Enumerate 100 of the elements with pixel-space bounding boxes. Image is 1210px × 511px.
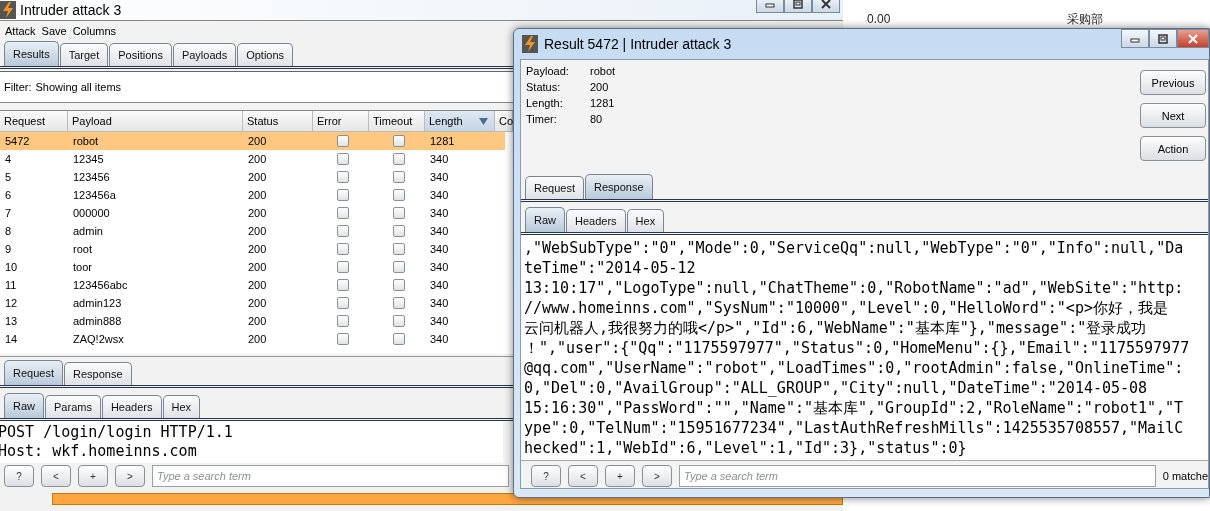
checkbox[interactable]: [393, 171, 405, 183]
checkbox[interactable]: [337, 279, 349, 291]
field-value: robot: [590, 65, 616, 79]
checkbox[interactable]: [393, 333, 405, 345]
checkbox[interactable]: [393, 207, 405, 219]
table-cell-text: 200: [247, 207, 268, 219]
search-field[interactable]: Type a search term: [152, 465, 509, 487]
checkbox[interactable]: [337, 261, 349, 273]
window-title: Result 5472 | Intruder attack 3: [544, 36, 732, 52]
tab[interactable]: Request: [4, 360, 63, 385]
menu-item[interactable]: Attack: [5, 25, 36, 38]
table-cell-text: 0.00: [866, 12, 892, 26]
menu-item[interactable]: Columns: [72, 25, 117, 38]
checkbox[interactable]: [393, 315, 405, 327]
column-header[interactable]: Length: [425, 111, 495, 131]
search-nav-button[interactable]: >: [642, 465, 672, 487]
tab[interactable]: Positions: [109, 43, 172, 66]
table-cell-text: 200: [247, 261, 268, 273]
maximize-button[interactable]: [1149, 29, 1177, 48]
checkbox[interactable]: [337, 225, 349, 237]
menu-item[interactable]: Save: [41, 25, 67, 38]
search-nav-button[interactable]: +: [605, 465, 635, 487]
column-header[interactable]: Request: [0, 111, 68, 131]
response-line: ！","user":{"Qq":"1175597977","Status":0,"HomeMenu":{},"Email":"1175597977: [524, 338, 1191, 358]
tab[interactable]: Raw: [525, 207, 565, 232]
checkbox[interactable]: [337, 153, 349, 165]
checkbox[interactable]: [393, 189, 405, 201]
tab[interactable]: Headers: [101, 395, 162, 418]
table-cell-text: 200: [247, 135, 268, 147]
checkbox[interactable]: [393, 297, 405, 309]
tab[interactable]: Response: [64, 362, 132, 385]
tab[interactable]: Headers: [566, 209, 626, 232]
column-header[interactable]: Payload: [68, 111, 243, 131]
action-button[interactable]: Next: [1140, 103, 1206, 128]
close-icon: [819, 0, 833, 9]
checkbox[interactable]: [337, 135, 349, 147]
response-line: ,"WebSubType":"0","Mode":0,"ServiceQq":null,"WebType":"0","Info":null,"Da: [524, 238, 1185, 258]
table-cell-text: 5472: [4, 135, 31, 147]
search-nav-button[interactable]: >: [115, 465, 145, 487]
tab[interactable]: Raw: [4, 393, 44, 418]
table-cell-text: 9: [4, 243, 13, 255]
filter-label: Filter:: [4, 81, 32, 93]
table-cell-text: 12: [4, 297, 19, 309]
checkbox[interactable]: [337, 243, 349, 255]
minimize-icon: [763, 0, 777, 9]
column-header[interactable]: Error: [313, 111, 369, 131]
table-cell-text: 340: [429, 189, 450, 201]
close-button[interactable]: [1177, 29, 1209, 48]
checkbox[interactable]: [337, 333, 349, 345]
tab[interactable]: Options: [237, 43, 294, 66]
action-button[interactable]: Previous: [1140, 70, 1206, 95]
field-value: 1281: [590, 97, 616, 111]
checkbox[interactable]: [337, 207, 349, 219]
tab[interactable]: Results: [4, 41, 59, 66]
lightning-icon: [0, 1, 16, 19]
checkbox[interactable]: [337, 171, 349, 183]
checkbox[interactable]: [393, 243, 405, 255]
response-line: teTime":"2014-05-12: [524, 258, 697, 278]
checkbox[interactable]: [337, 297, 349, 309]
search-nav-button[interactable]: <: [41, 465, 71, 487]
help-button[interactable]: ?: [4, 465, 34, 487]
tab[interactable]: Payloads: [172, 43, 237, 66]
filter-value[interactable]: Showing all items: [35, 81, 122, 93]
checkbox[interactable]: [337, 189, 349, 201]
table-cell-text: 11: [4, 279, 18, 291]
tab[interactable]: Params: [45, 395, 101, 418]
table-cell-text: 340: [429, 297, 450, 309]
response-line: 0,"Del":0,"AvailGroup":"ALL_GROUP","City":null,"DateTime":"2014-05-08: [524, 378, 1149, 398]
tab[interactable]: Hex: [626, 209, 665, 232]
tab[interactable]: Target: [59, 43, 109, 66]
response-line: 15:16:30","PassWord":"","Name":"基本库","GroupId":2,"RoleName":"robot1","T: [524, 398, 1185, 418]
help-button[interactable]: ?: [531, 465, 561, 487]
table-cell-text: 000000: [72, 207, 111, 219]
lightning-icon: [522, 35, 538, 53]
table-cell-text: 340: [429, 333, 450, 345]
checkbox[interactable]: [337, 315, 349, 327]
table-cell-text: 10: [4, 261, 19, 273]
checkbox[interactable]: [393, 135, 405, 147]
search-field[interactable]: Type a search term: [679, 465, 1156, 487]
tab[interactable]: Response: [585, 174, 653, 199]
table-cell-text: 200: [247, 243, 268, 255]
checkbox[interactable]: [393, 261, 405, 273]
column-header[interactable]: Status: [243, 111, 313, 131]
tab[interactable]: Hex: [162, 395, 201, 418]
response-line: hecked":1,"WebId":6,"Level":1,"Id":3},"status":0}: [524, 438, 968, 458]
response-line: 云问机器人,我很努力的哦</p>","Id":6,"WebName":"基本库"},"message":"登录成功: [524, 318, 1148, 338]
search-nav-button[interactable]: <: [568, 465, 598, 487]
checkbox[interactable]: [393, 279, 405, 291]
search-nav-button[interactable]: +: [78, 465, 108, 487]
table-cell-text: 340: [429, 225, 450, 237]
table-row[interactable]: 5472 robot 200 1281: [0, 132, 505, 150]
table-cell-text: admin: [72, 225, 104, 237]
table-cell-text: 6: [4, 189, 13, 201]
checkbox[interactable]: [393, 225, 405, 237]
checkbox[interactable]: [393, 153, 405, 165]
response-line: 13:10:17","LogoType":null,"ChatTheme":0,"RobotName":"ad","WebSite":"http:: [524, 278, 1185, 298]
minimize-button[interactable]: [1121, 29, 1149, 48]
tab[interactable]: Request: [525, 176, 584, 199]
table-cell-text: 5: [4, 171, 13, 183]
action-button[interactable]: Action: [1140, 136, 1206, 161]
